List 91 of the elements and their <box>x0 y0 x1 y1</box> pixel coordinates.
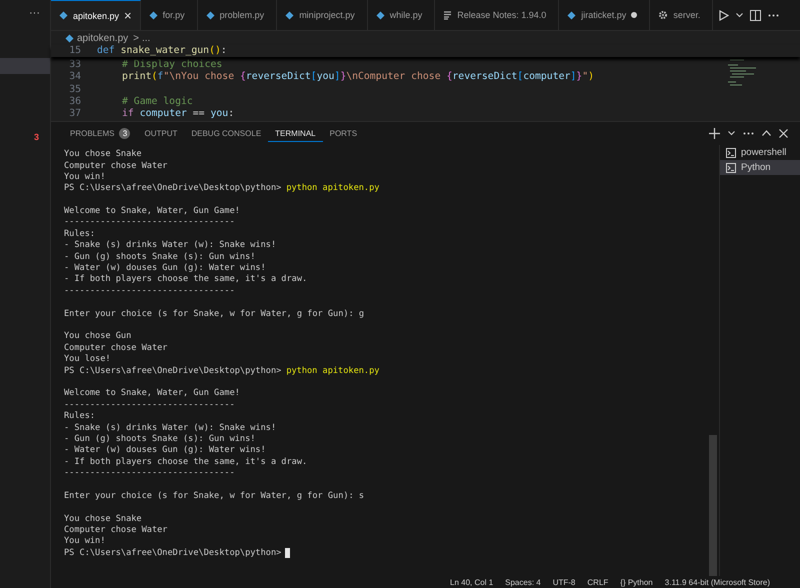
line-number: 15 <box>68 45 82 58</box>
terminal-line: - Gun (g) shoots Snake (s): Gun wins! <box>64 434 256 446</box>
breadcrumb-item[interactable]: apitoken.py <box>77 32 128 44</box>
notes-icon <box>443 10 452 20</box>
terminal-line: - Gun (g) shoots Snake (s): Gun wins! <box>64 252 256 264</box>
terminal-line: Welcome to Snake, Water, Gun Game! <box>64 206 240 218</box>
editor-tab[interactable]: miniproject.py <box>277 0 368 30</box>
terminal-command: python apitoken.py <box>286 183 380 195</box>
code-line: def snake_water_gun(): <box>97 45 227 58</box>
add-icon <box>709 128 720 139</box>
line-number: 37 <box>68 108 82 120</box>
terminal-line: --------------------------------- <box>64 468 235 480</box>
run-icon <box>719 10 730 20</box>
editor-tab[interactable]: for.py <box>140 0 198 30</box>
code-line: print(f"\nYou chose {reverseDict[you]}\nComputer chose {reverseDict[computer]}") <box>121 71 594 84</box>
breadcrumb-item[interactable]: ... <box>142 32 150 44</box>
terminal-line: Rules: <box>64 411 96 422</box>
panel-tab[interactable]: DEBUG CONSOLE <box>184 124 268 142</box>
terminal-line: - Snake (s) drinks Water (w): Snake wins! <box>64 422 276 434</box>
terminal-line: - Snake (s) drinks Water (w): Snake wins! <box>64 240 276 252</box>
editor-tab[interactable]: Release Notes: 1.94.0 <box>435 0 560 30</box>
terminal-line: --------------------------------- <box>64 286 235 298</box>
more-icon <box>768 14 780 16</box>
python-file-icon <box>148 10 158 20</box>
status-item[interactable]: Ln 40, Col 1 <box>450 578 494 586</box>
terminal-line: --------------------------------- <box>64 400 235 411</box>
split-editor-icon <box>750 10 762 20</box>
terminal-line: Computer chose Water <box>64 160 168 172</box>
status-item[interactable]: CRLF <box>587 578 608 586</box>
caret-icon <box>736 12 744 18</box>
selected-row <box>0 58 50 74</box>
python-file-icon <box>59 11 68 20</box>
terminal-line: Enter your choice (s for Snake, w for Water, g for Gun): s <box>64 490 364 502</box>
terminal-list-item[interactable]: powershell <box>720 145 800 160</box>
panel-tab[interactable]: TERMINAL <box>268 124 323 142</box>
editor-tab[interactable]: while.py <box>368 0 436 30</box>
editor-tab[interactable]: jiraticket.py <box>559 0 650 30</box>
status-item[interactable]: 3.11.9 64-bit (Microsoft Store) <box>664 578 770 586</box>
panel-tab[interactable]: OUTPUT <box>137 124 184 142</box>
code-line: if computer == you: <box>121 108 234 120</box>
terminal-line: You chose Snake <box>64 149 142 161</box>
breadcrumb-separator: > <box>133 32 139 44</box>
terminal-line: You chose Snake <box>64 514 142 526</box>
terminal-line: - Water (w) douses Gun (g): Water wins! <box>64 263 266 274</box>
caret-icon <box>728 130 735 136</box>
terminal-line: - If both players choose the same, it's a draw. <box>64 456 308 468</box>
terminal-icon <box>726 162 736 173</box>
line-number: 35 <box>68 84 82 96</box>
panel-tab[interactable]: PROBLEMS 3 <box>63 124 138 143</box>
close-icon[interactable]: × <box>124 8 132 23</box>
problem-count: 3 <box>34 132 39 142</box>
count-badge: 3 <box>119 128 130 139</box>
python-file-icon <box>206 10 215 20</box>
line-number: 36 <box>68 96 82 108</box>
code-line: # Display choices <box>121 59 222 72</box>
terminal-line: Computer chose Water <box>64 342 168 354</box>
terminal-line: Welcome to Snake, Water, Gun Game! <box>64 388 240 400</box>
terminal-line: You win! <box>64 536 106 548</box>
terminal-icon <box>726 148 736 158</box>
terminal-prompt: PS C:\Users\afree\OneDrive\Desktop\python> <box>64 366 282 377</box>
terminal-line: You lose! <box>64 354 111 366</box>
python-file-icon <box>285 10 294 20</box>
terminal-line: --------------------------------- <box>64 217 235 229</box>
terminal-line: Computer chose Water <box>64 525 168 536</box>
panel-tab[interactable]: PORTS <box>322 124 364 142</box>
terminal-line: Rules: <box>64 228 96 240</box>
python-file-icon <box>376 10 385 20</box>
status-item[interactable]: Spaces: 4 <box>505 578 541 586</box>
line-number: 33 <box>68 59 82 72</box>
status-item[interactable]: UTF-8 <box>552 578 576 586</box>
status-item[interactable]: {} Python <box>620 578 653 586</box>
terminal-line: You chose Gun <box>64 331 132 343</box>
code-line: # Game logic <box>121 96 193 108</box>
editor-tab[interactable]: apitoken.py × <box>51 0 141 30</box>
close-icon <box>779 128 788 138</box>
terminal-list-item[interactable]: Python <box>720 160 800 176</box>
terminal-line: You win! <box>64 172 106 184</box>
settings-icon <box>658 10 668 20</box>
terminal-line: Enter your choice (s for Snake, w for Water, g for Gun): g <box>64 308 364 320</box>
terminal-command: python apitoken.py <box>286 366 380 377</box>
more-button[interactable]: ··· <box>0 0 50 30</box>
python-file-icon <box>567 10 576 20</box>
editor-tab[interactable]: problem.py <box>198 0 278 30</box>
line-number: 34 <box>68 71 82 84</box>
terminal-prompt: PS C:\Users\afree\OneDrive\Desktop\python> <box>64 548 282 560</box>
terminal-line: - If both players choose the same, it's a draw. <box>64 274 308 286</box>
terminal-prompt: PS C:\Users\afree\OneDrive\Desktop\python> <box>64 183 282 195</box>
python-file-icon <box>65 34 74 42</box>
chevron-up-icon <box>762 130 771 136</box>
terminal-line: - Water (w) douses Gun (g): Water wins! <box>64 445 266 457</box>
more-icon <box>743 132 754 135</box>
